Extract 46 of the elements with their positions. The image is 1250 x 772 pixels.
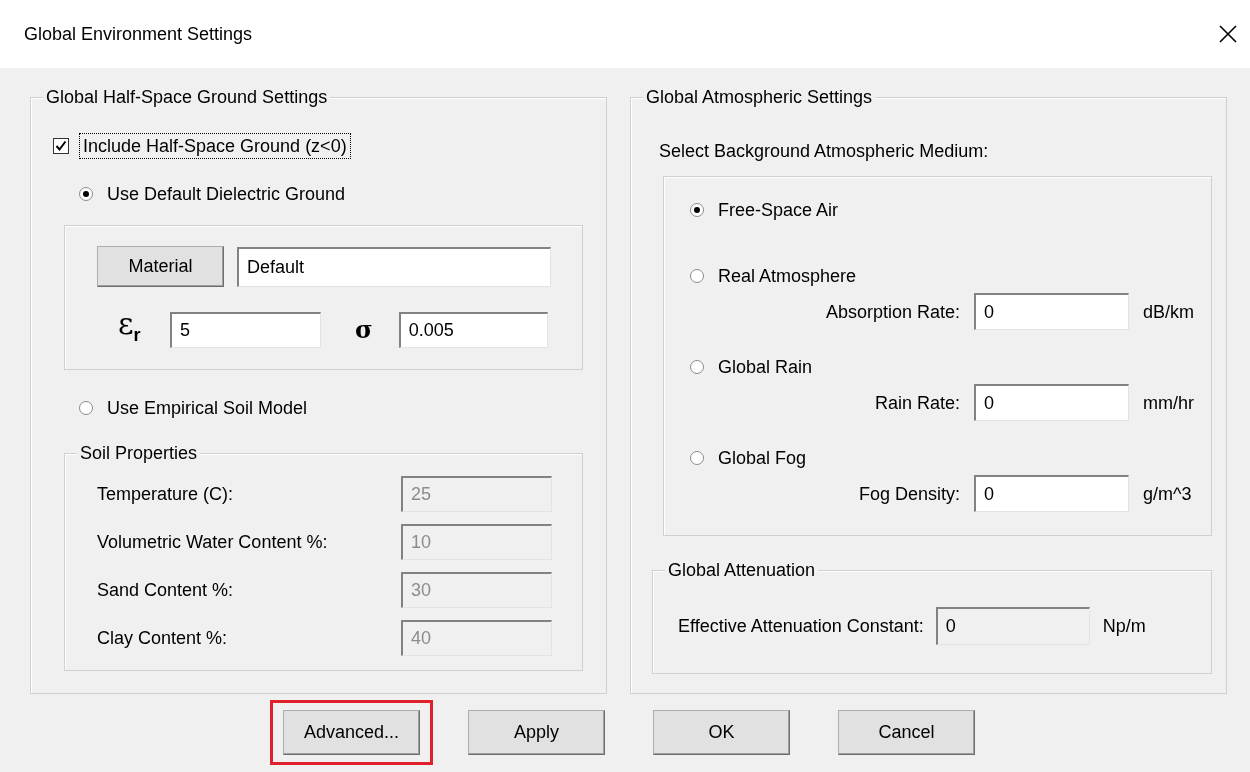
field-label: Fog Density: [857, 482, 960, 505]
conductivity-field[interactable]: 0.005 [398, 311, 548, 348]
radio-label[interactable]: Global Fog [718, 447, 807, 469]
conductivity-symbol: σ [355, 315, 373, 344]
text-field[interactable]: 0 [974, 293, 1129, 330]
close-icon[interactable] [1218, 24, 1238, 44]
text-field: 25 [401, 476, 552, 512]
field-label: Absorption Rate: [824, 300, 960, 323]
permittivity-symbol: ε$_{r}$ [118, 309, 142, 347]
field-label: Rain Rate: [873, 391, 960, 414]
unit-label: Np/m [1102, 615, 1146, 637]
text-field: 30 [401, 572, 552, 608]
unit-label: g/m^3 [1143, 482, 1192, 505]
text-field: 10 [401, 524, 552, 560]
text-field[interactable]: 0 [974, 475, 1129, 512]
radio-label[interactable]: Use Empirical Soil Model [107, 397, 308, 419]
dialog-button[interactable]: Apply [468, 710, 605, 755]
field-label: Sand Content %: [97, 579, 234, 601]
radio-label[interactable]: Free-Space Air [718, 199, 839, 221]
checkbox[interactable] [53, 138, 69, 154]
radio-label[interactable]: Use Default Dielectric Ground [107, 183, 346, 205]
radio-label[interactable]: Real Atmosphere [718, 265, 857, 287]
material-button[interactable]: Material [97, 246, 224, 287]
permittivity-field[interactable]: 5 [170, 311, 321, 348]
radio-button[interactable] [690, 269, 704, 283]
material-field[interactable]: Default [237, 246, 551, 287]
radio-button[interactable] [690, 451, 704, 465]
radio-button[interactable] [79, 401, 93, 415]
dialog-button[interactable]: Cancel [838, 710, 975, 755]
window-title: Global Environment Settings [24, 23, 253, 45]
field-label: Clay Content %: [97, 627, 228, 649]
radio-button[interactable] [690, 360, 704, 374]
radio-button[interactable] [79, 187, 93, 201]
field-label: Effective Attenuation Constant: [678, 615, 924, 637]
radio-button[interactable] [690, 203, 704, 217]
field-label: Volumetric Water Content %: [97, 531, 328, 553]
unit-label: mm/hr [1143, 391, 1194, 414]
radio-label[interactable]: Global Rain [718, 356, 813, 378]
dialog-button[interactable]: Advanced... [283, 710, 420, 755]
text-field: 40 [401, 620, 552, 656]
dialog-button[interactable]: OK [653, 710, 790, 755]
text-field[interactable]: 0 [974, 384, 1129, 421]
checkbox-label[interactable]: Include Half-Space Ground (z<0) [81, 135, 349, 157]
field-label: Temperature (C): [97, 483, 234, 505]
prompt-text: Select Background Atmospheric Medium: [659, 140, 990, 162]
unit-label: dB/km [1143, 300, 1194, 323]
